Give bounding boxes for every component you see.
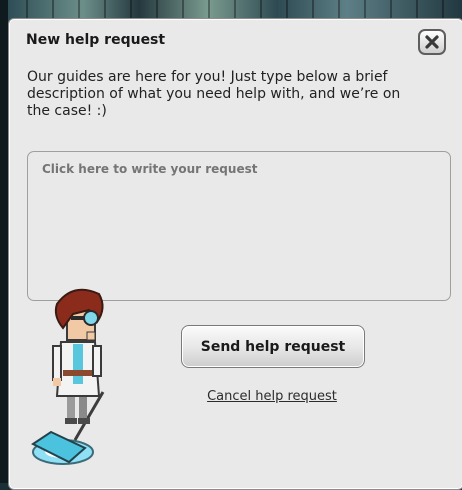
cancel-help-request-link[interactable]: Cancel help request — [197, 389, 347, 404]
send-help-request-button[interactable]: Send help request — [181, 325, 365, 368]
help-request-dialog: New help request Our guides are here for… — [8, 18, 462, 490]
dialog-description: Our guides are here for you! Just type b… — [27, 69, 401, 119]
close-button[interactable] — [418, 29, 446, 55]
dialog-title: New help request — [26, 32, 166, 48]
guide-avatar — [31, 288, 105, 465]
game-background-edge — [0, 0, 8, 483]
close-icon — [425, 35, 439, 49]
